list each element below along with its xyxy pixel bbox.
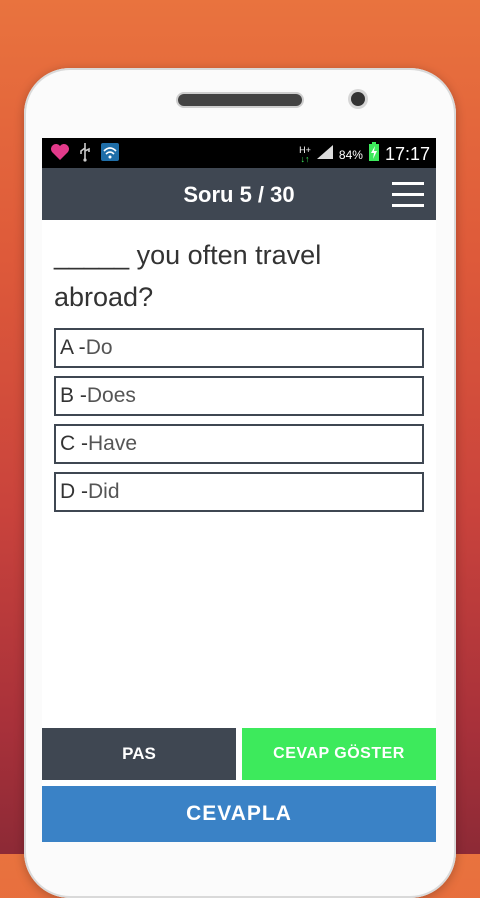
option-c[interactable]: C - Have	[54, 424, 424, 464]
option-d[interactable]: D - Did	[54, 472, 424, 512]
option-letter: A -	[60, 336, 86, 359]
option-a[interactable]: A - Do	[54, 328, 424, 368]
option-letter: D -	[60, 480, 88, 503]
wifi-icon	[100, 142, 120, 167]
option-text: Have	[88, 432, 138, 455]
option-text: Do	[85, 336, 113, 359]
option-text: Does	[86, 384, 136, 407]
front-camera	[351, 92, 365, 106]
signal-icon	[316, 144, 334, 165]
app-bar: Soru 5 / 30	[42, 168, 436, 220]
option-b[interactable]: B - Does	[54, 376, 424, 416]
option-letter: B -	[60, 384, 87, 407]
show-answer-button[interactable]: CEVAP GÖSTER	[242, 728, 436, 780]
usb-icon	[78, 142, 92, 167]
status-bar: H+ ↓↑ 84% 17:17	[42, 138, 436, 168]
question-text: _____ you often travel abroad?	[54, 240, 322, 312]
battery-charging-icon	[368, 142, 380, 167]
heart-icon	[50, 143, 70, 166]
answer-options: A - Do B - Does C - Have D - Did	[42, 328, 436, 512]
page-title: Soru 5 / 30	[183, 182, 295, 207]
app-screen: H+ ↓↑ 84% 17:17 Soru 5 / 30 _____ you of…	[42, 138, 436, 842]
bottom-actions: PAS CEVAP GÖSTER	[42, 728, 436, 780]
speaker-grille	[178, 94, 302, 106]
option-text: Did	[88, 480, 120, 503]
option-letter: C -	[60, 432, 88, 455]
clock: 17:17	[384, 144, 430, 164]
hamburger-menu-icon[interactable]	[392, 180, 424, 208]
battery-percent: 84%	[338, 147, 363, 162]
pass-button[interactable]: PAS	[42, 728, 236, 780]
network-type-icon: H+ ↓↑	[299, 144, 311, 164]
submit-answer-button[interactable]: CEVAPLA	[42, 786, 436, 842]
